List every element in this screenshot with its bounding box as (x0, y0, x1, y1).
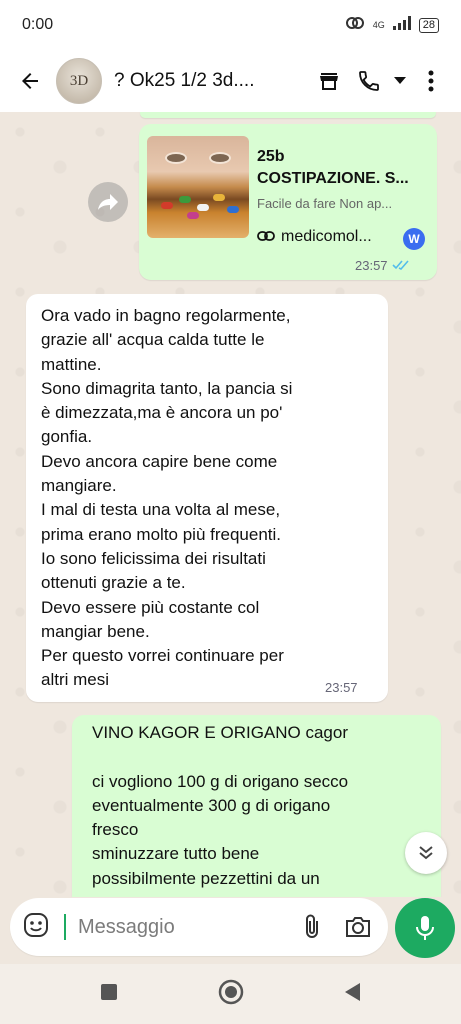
message-text: Ora vado in bagno regolarmente, grazie a… (41, 306, 293, 690)
status-bar: 0:00 4G 28 (0, 0, 461, 50)
thumbnail-pill (161, 202, 173, 209)
thumbnail-eye (165, 152, 187, 164)
status-icons: 4G 28 (345, 15, 439, 35)
thumbnail-pill (187, 212, 199, 219)
network-label: 4G (372, 20, 385, 30)
chat-area[interactable]: 25b COSTIPAZIONE. S... Facile da fare No… (0, 112, 461, 897)
shop-icon[interactable] (309, 61, 349, 101)
message-composer[interactable]: Messaggio (10, 898, 388, 956)
link-preview-message[interactable]: 25b COSTIPAZIONE. S... Facile da fare No… (139, 124, 437, 280)
thumbnail-pill (179, 196, 191, 203)
signal-icon (392, 15, 411, 35)
chat-header: 3D ? Ok25 1/2 3d.... (0, 50, 461, 112)
scroll-down-icon[interactable] (405, 832, 447, 874)
link-thumbnail[interactable] (147, 136, 249, 238)
link-url[interactable]: medicomol... (257, 228, 397, 246)
link-url-text: medicomol... (281, 228, 372, 245)
thumbnail-pill (197, 204, 209, 211)
battery-icon: 28 (418, 17, 439, 33)
read-receipt-icon (391, 258, 410, 273)
message-time: 23:57 (325, 680, 358, 695)
more-vert-icon[interactable] (411, 61, 451, 101)
wordpress-icon: W (403, 228, 425, 250)
previous-message-edge (140, 112, 436, 118)
nav-back-icon[interactable] (342, 981, 362, 1008)
thumbnail-pill (213, 194, 225, 201)
link-title-line2: COSTIPAZIONE. S... (257, 170, 409, 187)
message-input[interactable]: Messaggio (64, 914, 284, 940)
status-time: 0:00 (22, 16, 54, 33)
nav-square-icon[interactable] (99, 982, 119, 1007)
dropdown-icon[interactable] (389, 61, 411, 101)
link-icon (257, 228, 275, 246)
phone-icon[interactable] (349, 61, 389, 101)
message-meta: 23:57 (325, 680, 358, 695)
chat-title[interactable]: ? Ok25 1/2 3d.... (114, 70, 309, 92)
system-nav-bar (0, 964, 461, 1024)
outgoing-message[interactable]: VINO KAGOR E ORIGANO cagor ci vogliono 1… (72, 715, 441, 897)
nav-home-icon[interactable] (218, 979, 244, 1010)
forward-icon[interactable] (88, 182, 128, 222)
mic-icon[interactable] (395, 898, 455, 958)
avatar[interactable]: 3D (56, 58, 102, 104)
back-arrow-icon[interactable] (10, 61, 50, 101)
link-title: 25b (257, 148, 285, 165)
camera-icon[interactable] (340, 909, 376, 945)
hotspot-icon (345, 16, 365, 35)
message-text: VINO KAGOR E ORIGANO cagor ci vogliono 1… (92, 723, 349, 888)
incoming-message[interactable]: Ora vado in bagno regolarmente, grazie a… (26, 294, 388, 702)
sticker-icon[interactable] (22, 911, 50, 944)
thumbnail-pill (227, 206, 239, 213)
attach-icon[interactable] (294, 909, 330, 945)
link-description: Facile da fare Non ap... (257, 196, 393, 211)
thumbnail-eye (209, 152, 231, 164)
message-meta: 23:57 (355, 258, 410, 273)
message-time: 23:57 (355, 258, 388, 273)
